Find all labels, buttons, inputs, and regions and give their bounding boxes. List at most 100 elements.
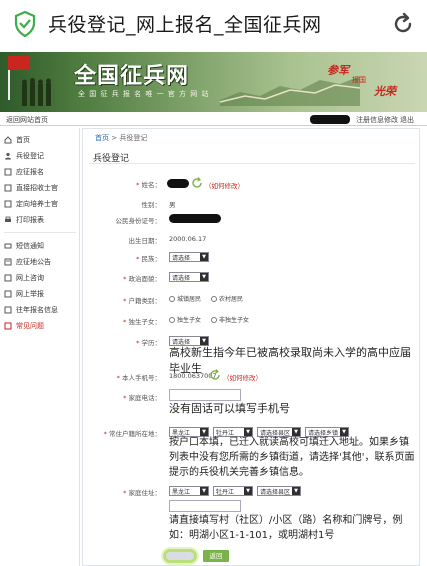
radio-icon	[211, 316, 217, 323]
save-button[interactable]	[163, 549, 197, 563]
sidebar-item-label: 兵役登记	[16, 152, 44, 160]
back-button[interactable]: 返回	[203, 550, 229, 562]
help-icon	[4, 322, 12, 330]
top-nav: 返回网站首页 注册信息修改 退出	[0, 114, 427, 126]
form-icon	[4, 168, 12, 176]
residence-note: 按户口本填，已迁入就读高校可填迁入地址。如果乡镇列表中没有您所需的乡镇街道，请选…	[169, 437, 415, 478]
slogan-text-2: 光荣	[374, 85, 396, 98]
refresh-icon[interactable]	[191, 177, 203, 189]
hukou-label: * 户籍类别：	[123, 297, 161, 305]
reload-icon[interactable]	[391, 12, 415, 36]
sidebar-item-label: 应征地公告	[16, 258, 51, 266]
sidebar-item-label: 应征报名	[16, 168, 44, 176]
mobile-edit-link[interactable]: （如何修改）	[223, 372, 262, 382]
sidebar-item-label: 打印报表	[16, 216, 44, 224]
sidebar-item-report[interactable]: 网上举报	[4, 288, 44, 300]
sidebar-item-nco-direct[interactable]: 直接招收士官	[4, 182, 58, 194]
chevron-down-icon: ▼	[200, 273, 208, 281]
address-county-select[interactable]: 请选择县区 ▼	[257, 486, 301, 496]
address-city-select[interactable]: 牡丹江 ▼	[213, 486, 253, 496]
home-phone-input[interactable]	[169, 389, 241, 401]
report-icon	[4, 290, 12, 298]
form-icon	[4, 200, 12, 208]
education-label: * 学历：	[136, 339, 161, 347]
id-number-label: 公民身份证号：	[115, 217, 162, 225]
name-label: * 姓名：	[136, 181, 161, 189]
site-subtitle: 全 国 征 兵 报 名 唯 一 官 方 网 站	[78, 90, 210, 98]
sidebar-item-label: 定向培养士官	[16, 200, 58, 208]
form-icon	[4, 184, 12, 192]
sidebar-item-registration[interactable]: 兵役登记	[4, 150, 44, 162]
only-child-radio-yes[interactable]: 独生子女	[169, 315, 201, 324]
hukou-radio-rural[interactable]: 农村居民	[211, 294, 243, 303]
redacted-name	[167, 179, 189, 188]
breadcrumb-current: 兵役登记	[119, 134, 148, 142]
print-icon	[4, 216, 12, 224]
sidebar-item-label: 网上咨询	[16, 274, 44, 282]
sidebar-item-label: 直接招收士官	[16, 184, 58, 192]
sidebar-item-sms[interactable]: 短信通知	[4, 240, 44, 252]
refresh-icon[interactable]	[209, 369, 221, 381]
page-title: 兵役登记_网上报名_全国征兵网	[48, 14, 322, 36]
political-select[interactable]: 请选择 ▼	[169, 272, 209, 282]
sidebar-item-label: 短信通知	[16, 242, 44, 250]
birth-value: 2000.06.17	[169, 235, 207, 243]
only-child-radio-no[interactable]: 非独生子女	[211, 315, 249, 324]
sidebar-item-print[interactable]: 打印报表	[4, 214, 44, 226]
slogan-small-text: 报国	[352, 76, 366, 84]
section-divider	[89, 163, 415, 164]
ethnic-select[interactable]: 请选择 ▼	[169, 252, 209, 262]
chevron-down-icon: ▼	[244, 487, 252, 495]
address-label: * 家庭住址：	[123, 489, 161, 497]
chevron-down-icon: ▼	[200, 487, 208, 495]
sidebar: 首页 兵役登记 应征报名 直接招收士官 定向培养士官 打印报表 短信通知 应征地…	[0, 128, 80, 566]
address-detail-input[interactable]	[169, 500, 241, 512]
breadcrumb-home[interactable]: 首页	[95, 134, 109, 142]
radio-icon	[169, 316, 175, 323]
notice-icon	[4, 258, 12, 266]
sidebar-item-history[interactable]: 往年报名信息	[4, 304, 58, 316]
sidebar-divider	[4, 232, 76, 233]
radio-icon	[169, 295, 175, 302]
chevron-down-icon: ▼	[200, 337, 208, 345]
political-label: * 政治面貌：	[123, 275, 161, 283]
sidebar-item-faq[interactable]: 常见问题	[4, 320, 44, 332]
only-child-label: * 独生子女：	[123, 318, 161, 326]
site-banner: 全国征兵网 全 国 征 兵 报 名 唯 一 官 方 网 站 参军 报国 光荣	[0, 52, 427, 112]
gender-label: 性别：	[141, 201, 162, 209]
chevron-down-icon: ▼	[200, 253, 208, 261]
history-icon	[4, 306, 12, 314]
sidebar-item-label: 网上举报	[16, 290, 44, 298]
breadcrumb: 首页 > 兵役登记	[95, 133, 147, 143]
breadcrumb-separator: >	[109, 134, 120, 142]
sidebar-item-label: 往年报名信息	[16, 306, 58, 314]
main-panel: 首页 > 兵役登记 兵役登记 * 姓名： （如何修改） 性别： 男 公民身份证号…	[82, 128, 420, 566]
sidebar-item-label: 首页	[16, 136, 30, 144]
radio-icon	[211, 295, 217, 302]
user-icon	[4, 152, 12, 160]
sidebar-item-enlist[interactable]: 应征报名	[4, 166, 44, 178]
address-note: 请直接填写村（社区）/小区（路）名称和门牌号，例如：明湖小区1-1-101，或明…	[169, 515, 403, 541]
sidebar-item-label: 常见问题	[16, 322, 44, 330]
birth-label: 出生日期：	[128, 237, 162, 245]
residence-label: * 常住户籍所在地：	[103, 430, 161, 438]
sidebar-item-notice[interactable]: 应征地公告	[4, 256, 51, 268]
mobile-label: * 本人手机号：	[116, 374, 161, 382]
change-info-link[interactable]: 注册信息修改	[356, 115, 398, 125]
name-edit-link[interactable]: （如何修改）	[205, 180, 244, 190]
return-home-link[interactable]: 返回网站首页	[6, 115, 48, 125]
logout-link[interactable]: 退出	[400, 115, 414, 125]
home-phone-label: * 家庭电话：	[123, 394, 161, 402]
home-phone-note: 没有固话可以填写手机号	[169, 402, 290, 415]
sidebar-item-consult[interactable]: 网上咨询	[4, 272, 44, 284]
flag-icon	[8, 56, 30, 70]
site-logo-text: 全国征兵网	[74, 64, 190, 89]
slogan-text: 参军	[327, 64, 349, 77]
sidebar-item-home[interactable]: 首页	[4, 134, 30, 146]
sidebar-item-nco-directed[interactable]: 定向培养士官	[4, 198, 58, 210]
shield-check-icon	[14, 11, 36, 37]
address-province-select[interactable]: 黑龙江 ▼	[169, 486, 209, 496]
hukou-radio-urban[interactable]: 城镇居民	[169, 294, 201, 303]
gender-value: 男	[169, 201, 176, 209]
redacted-username	[310, 115, 350, 124]
